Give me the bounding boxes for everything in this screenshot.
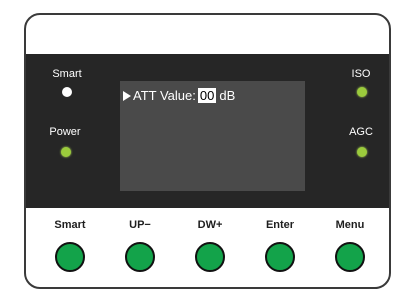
down-button-label: DW+ [197,219,223,231]
control-panel: Smart Power ISO AGC ATT Value: 00 dB [26,54,389,208]
power-indicator-led [61,147,71,157]
smart-indicator-led [62,87,72,97]
smart-indicator-label: Smart [52,68,82,80]
iso-indicator-label: ISO [351,68,371,80]
enter-button[interactable] [265,242,295,272]
enter-button-label: Enter [265,219,295,231]
power-indicator-label: Power [49,126,81,138]
lcd-display: ATT Value: 00 dB [120,81,305,191]
agc-indicator-label: AGC [349,126,373,138]
up-button[interactable] [125,242,155,272]
smart-button-label: Smart [54,219,86,231]
iso-indicator-led [357,87,367,97]
smart-button[interactable] [55,242,85,272]
device-front-panel: Smart Power ISO AGC ATT Value: 00 dB Sma… [24,13,391,289]
cursor-arrow-icon [123,90,131,101]
agc-indicator-led [357,147,367,157]
att-readout: ATT Value: 00 dB [123,88,235,103]
att-label: ATT Value: [133,88,196,103]
up-button-label: UP− [129,219,151,231]
att-unit: dB [219,88,236,103]
menu-button[interactable] [335,242,365,272]
down-button[interactable] [195,242,225,272]
att-value: 00 [197,88,217,103]
menu-button-label: Menu [335,219,365,231]
